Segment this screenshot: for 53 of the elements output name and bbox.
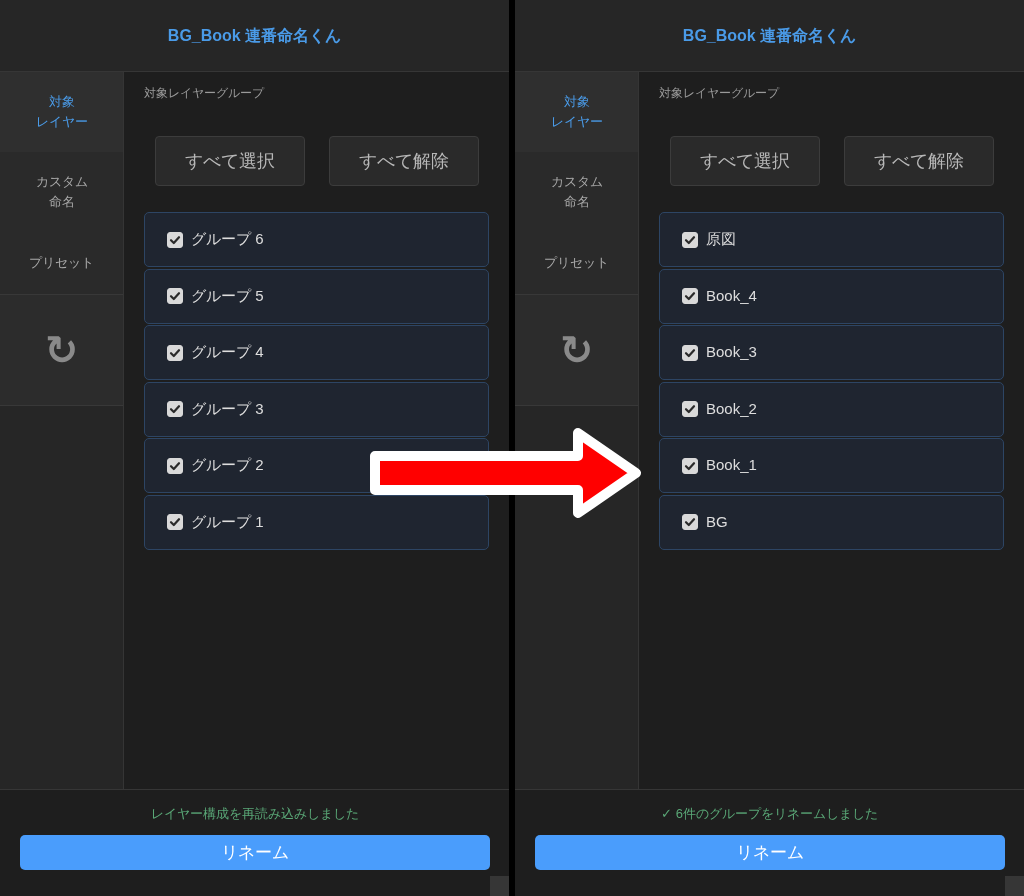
group-row[interactable]: Book_1 [659,438,1004,493]
checked-checkbox-icon[interactable] [682,344,698,361]
group-name: グループ 4 [191,342,264,363]
checked-checkbox-icon[interactable] [167,344,183,361]
status-message: ✓ 6件のグループをリネームしました [661,805,878,823]
group-name: Book_1 [706,455,757,476]
group-row[interactable]: グループ 3 [144,381,489,437]
group-row[interactable]: Book_4 [659,268,1004,324]
group-row[interactable]: グループ 4 [144,325,489,380]
section-label: 対象レイヤーグループ [144,85,266,101]
sidebar-tab[interactable]: プリセット [515,232,638,294]
group-name: グループ 6 [191,229,264,250]
group-name: Book_3 [706,342,757,363]
group-row[interactable]: Book_3 [659,325,1004,380]
checked-checkbox-icon[interactable] [167,401,183,417]
group-name: グループ 1 [191,511,264,532]
app-title: BG_Book 連番命名くん [167,25,342,46]
app-title: BG_Book 連番命名くん [682,25,857,46]
group-row[interactable]: グループ 5 [144,268,489,324]
sidebar-tab[interactable]: カスタム 命名 [515,152,638,232]
select-button[interactable]: すべて選択 [669,136,820,186]
checked-checkbox-icon[interactable] [167,288,183,304]
group-name: グループ 2 [191,455,264,476]
checked-checkbox-icon[interactable] [682,514,698,530]
status-message: レイヤー構成を再読み込みしました [150,805,359,823]
refresh-button[interactable]: ↻ [515,294,638,406]
group-name: Book_4 [706,285,757,306]
checked-checkbox-icon[interactable] [167,514,183,530]
group-name: グループ 3 [191,398,264,419]
group-name: BG [706,511,728,532]
select-button[interactable]: すべて解除 [328,136,479,186]
select-button[interactable]: すべて選択 [154,136,305,186]
select-button[interactable]: すべて解除 [843,136,994,186]
sidebar-tab[interactable]: 対象 レイヤー [515,72,638,152]
group-name: グループ 5 [191,285,264,306]
group-row[interactable]: Book_2 [659,381,1004,437]
group-name: 原図 [706,229,736,250]
checked-checkbox-icon[interactable] [682,401,698,417]
checked-checkbox-icon[interactable] [682,457,698,474]
refresh-button[interactable]: ↻ [0,294,123,406]
group-row[interactable]: 原図 [659,212,1004,267]
sidebar-tab[interactable]: カスタム 命名 [0,152,123,232]
section-label: 対象レイヤーグループ [659,85,781,101]
checked-checkbox-icon[interactable] [167,457,183,474]
group-row[interactable]: グループ 1 [144,494,489,550]
sidebar-tab[interactable]: 対象 レイヤー [0,72,123,152]
checked-checkbox-icon[interactable] [167,231,183,248]
checked-checkbox-icon[interactable] [682,231,698,248]
sidebar-tab[interactable]: プリセット [0,232,123,294]
checked-checkbox-icon[interactable] [682,288,698,304]
group-row[interactable]: グループ 6 [144,212,489,267]
group-row[interactable]: BG [659,494,1004,550]
group-name: Book_2 [706,398,757,419]
